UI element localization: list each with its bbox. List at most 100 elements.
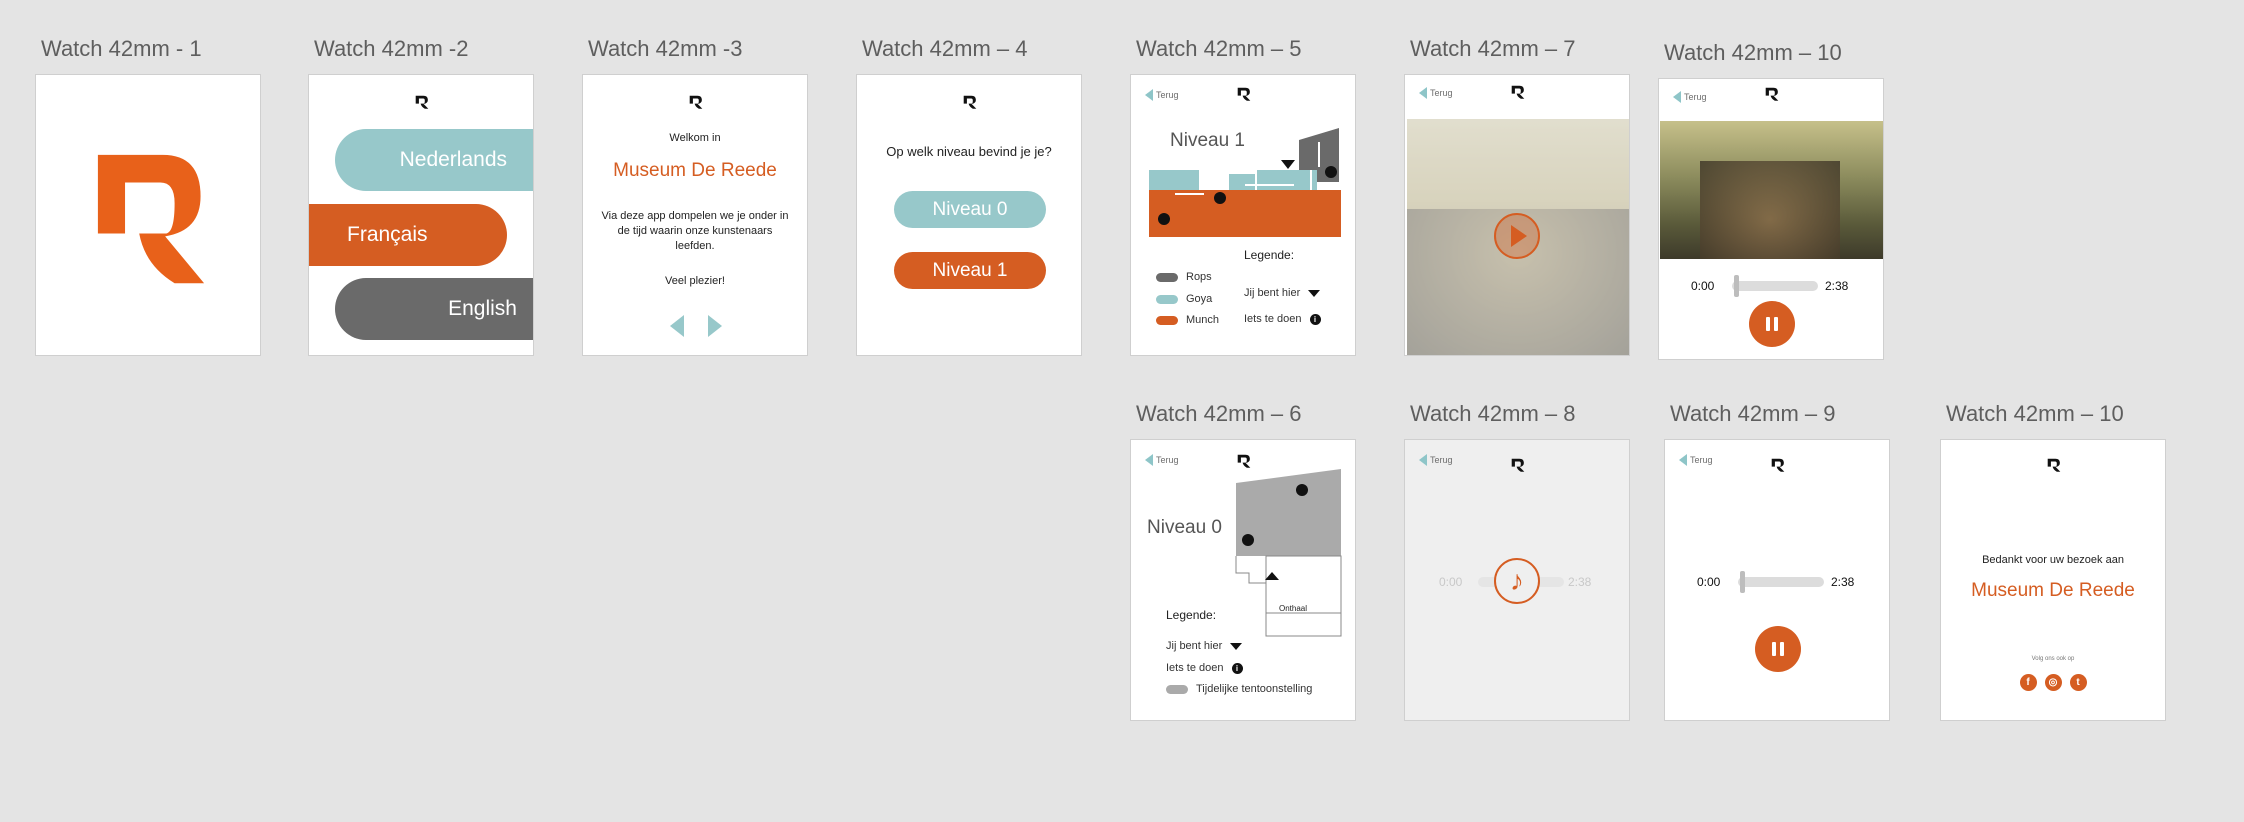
r-logo-icon	[415, 95, 429, 109]
board-title-7: Watch 42mm – 7	[1410, 36, 1576, 61]
r-logo-icon	[963, 95, 977, 109]
rops-swatch	[1156, 272, 1178, 282]
pause-button[interactable]	[1749, 301, 1795, 347]
thank-you-screen: Bedankt voor uw bezoek aan Museum De Ree…	[1940, 439, 2166, 721]
level-0-button[interactable]: Niveau 0	[894, 191, 1046, 228]
legend-munch-label: Munch	[1186, 314, 1220, 326]
play-button[interactable]	[1494, 213, 1540, 259]
welcome-text: Welkom in	[669, 132, 721, 144]
level-0-label: Niveau 0	[932, 198, 1008, 220]
pause-icon	[1770, 642, 1786, 656]
back-label: Terug	[1430, 88, 1453, 98]
audio-player-plain-screen: Terug 0:00 2:38	[1664, 439, 1890, 721]
artwork-image	[1660, 121, 1883, 259]
floor-plan-map	[1235, 469, 1342, 637]
legend-here: Jij bent hier	[1166, 640, 1243, 652]
pause-icon	[1764, 317, 1780, 331]
language-screen: Nederlands Français English	[308, 74, 534, 356]
legend-here-label: Jij bent hier	[1166, 640, 1223, 652]
legend-todo: Iets te doen i	[1166, 662, 1243, 674]
level-question: Op welk niveau bevind je je?	[886, 144, 1052, 159]
legend-here-label: Jij bent hier	[1244, 287, 1301, 299]
artwork-screen: Terug	[1404, 74, 1630, 356]
r-logo-icon	[1237, 87, 1251, 101]
music-button[interactable]: ♪	[1494, 558, 1540, 604]
museum-name: Museum De Reede	[1971, 580, 2135, 601]
back-arrow-icon	[1145, 89, 1153, 101]
social-links: f ◎ t	[1941, 672, 2165, 691]
pause-button[interactable]	[1755, 626, 1801, 672]
r-logo-icon	[1511, 85, 1525, 99]
r-logo-icon	[1765, 87, 1779, 101]
temp-swatch	[1166, 684, 1188, 694]
play-icon	[1511, 225, 1527, 247]
board-title-5: Watch 42mm – 5	[1136, 36, 1302, 61]
time-total: 2:38	[1568, 575, 1592, 589]
you-are-here-icon	[1230, 642, 1243, 650]
audio-player-screen: Terug 0:00 2:38	[1658, 78, 1884, 360]
board-title-4: Watch 42mm – 4	[862, 36, 1028, 61]
time-elapsed: 0:00	[1439, 575, 1463, 589]
back-button[interactable]: Terug	[1145, 89, 1179, 101]
language-francais-label: Français	[347, 223, 428, 246]
enjoy-text: Veel plezier!	[665, 275, 725, 287]
follow-text: Volg ons ook op	[2031, 656, 2075, 662]
time-total: 2:38	[1825, 279, 1849, 293]
back-arrow-icon	[1673, 91, 1681, 103]
info-icon: i	[1309, 313, 1321, 325]
back-button[interactable]: Terug	[1679, 454, 1713, 466]
language-english-button[interactable]: English	[335, 278, 533, 340]
floor-map-0-screen: Terug Niveau 0 Onthaal Legende: Jij bent…	[1130, 439, 1356, 721]
language-francais-button[interactable]: Français	[309, 204, 507, 266]
facebook-icon[interactable]: f	[2019, 674, 2037, 691]
board-title-9: Watch 42mm – 9	[1670, 401, 1836, 426]
next-arrow-icon[interactable]	[708, 315, 722, 337]
instagram-icon[interactable]: ◎	[2044, 674, 2062, 691]
board-title-1: Watch 42mm - 1	[41, 36, 202, 61]
back-button[interactable]: Terug	[1145, 454, 1179, 466]
splash-screen	[35, 74, 261, 356]
legend-todo: Iets te doen i	[1244, 313, 1321, 325]
back-label: Terug	[1430, 455, 1453, 465]
back-label: Terug	[1684, 92, 1707, 102]
progress-knob[interactable]	[1734, 275, 1739, 297]
time-elapsed: 0:00	[1691, 279, 1715, 293]
back-arrow-icon	[1679, 454, 1687, 466]
legend-todo-label: Iets te doen	[1166, 662, 1224, 674]
audio-loading-screen: Terug 0:00 2:38 ♪	[1404, 439, 1630, 721]
munch-swatch	[1156, 315, 1178, 325]
twitter-icon[interactable]: t	[2069, 674, 2087, 691]
progress-knob[interactable]	[1740, 571, 1745, 593]
level-1-label: Niveau 1	[932, 259, 1008, 281]
legend-todo-label: Iets te doen	[1244, 313, 1302, 325]
welcome-screen: Welkom in Museum De Reede Via deze app d…	[582, 74, 808, 356]
r-logo-icon	[92, 148, 210, 286]
level-1-button[interactable]: Niveau 1	[894, 252, 1046, 289]
legend-here: Jij bent hier	[1244, 287, 1321, 299]
progress-track[interactable]	[1732, 281, 1818, 291]
legend-goya-label: Goya	[1186, 293, 1213, 305]
previous-arrow-icon[interactable]	[670, 315, 684, 337]
board-title-10a: Watch 42mm – 10	[1664, 40, 1842, 65]
level-select-screen: Op welk niveau bevind je je? Niveau 0 Ni…	[856, 74, 1082, 356]
legend-temp-label: Tijdelijke tentoonstelling	[1196, 683, 1313, 695]
back-label: Terug	[1690, 455, 1713, 465]
music-note-icon: ♪	[1510, 565, 1524, 596]
progress-track[interactable]	[1738, 577, 1824, 587]
reception-label: Onthaal	[1279, 604, 1308, 613]
floor-plan-map	[1149, 128, 1341, 237]
back-label: Terug	[1156, 455, 1179, 465]
back-label: Terug	[1156, 90, 1179, 100]
board-title-3: Watch 42mm -3	[588, 36, 743, 61]
back-arrow-icon	[1419, 87, 1427, 99]
back-button[interactable]: Terug	[1419, 87, 1453, 99]
time-elapsed: 0:00	[1697, 575, 1721, 589]
language-nederlands-button[interactable]: Nederlands	[335, 129, 533, 191]
you-are-here-icon	[1308, 289, 1321, 297]
intro-text: Via deze app dompelen we je onder in de …	[601, 210, 789, 252]
r-logo-icon	[1511, 458, 1525, 472]
back-button[interactable]: Terug	[1673, 91, 1707, 103]
info-icon: i	[1231, 662, 1243, 674]
board-title-10b: Watch 42mm – 10	[1946, 401, 2124, 426]
back-button[interactable]: Terug	[1419, 454, 1453, 466]
